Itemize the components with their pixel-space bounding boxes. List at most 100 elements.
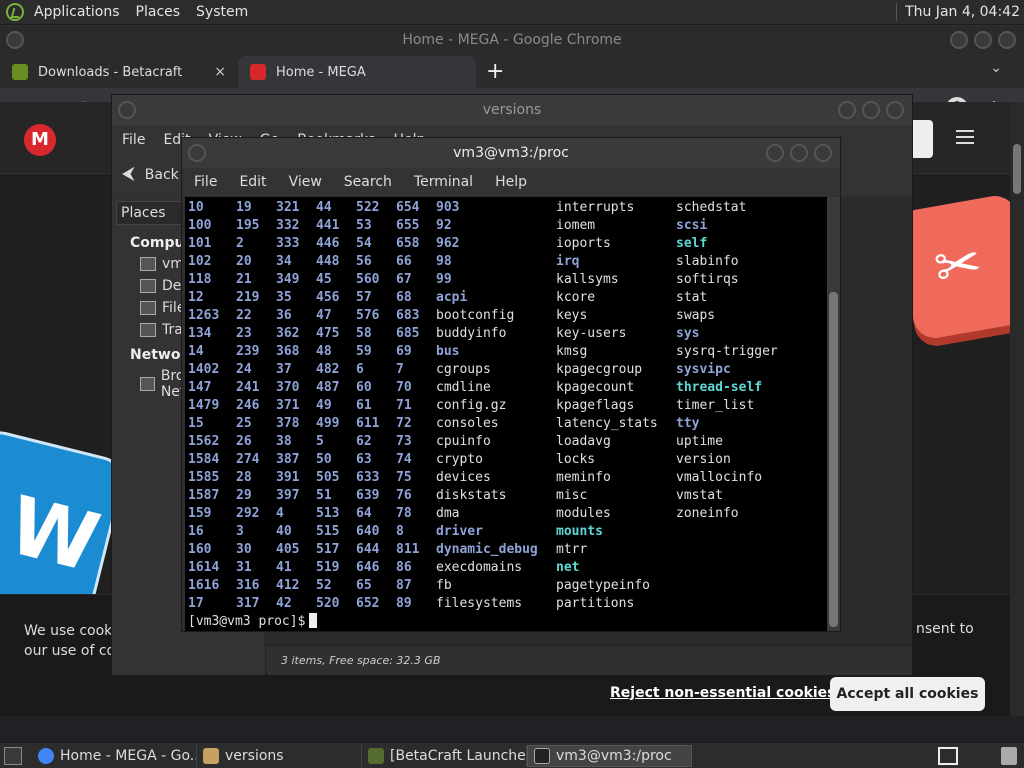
- close-button[interactable]: [998, 31, 1016, 49]
- window-menu-icon[interactable]: [118, 101, 136, 119]
- tab-downloads-betacraft[interactable]: Downloads - Betacraft ×: [0, 56, 238, 88]
- proc-entry: uptime: [676, 434, 723, 449]
- prompt-text: [vm3@vm3 proc]$: [188, 614, 306, 629]
- window-menu-icon[interactable]: [188, 144, 206, 162]
- terminal-icon: [534, 747, 550, 764]
- minimize-button[interactable]: [950, 31, 968, 49]
- proc-entry: 1562: [188, 434, 220, 449]
- task-terminal[interactable]: vm3@vm3:/proc: [527, 744, 692, 767]
- tab-home-mega[interactable]: Home - MEGA: [238, 56, 476, 88]
- clock[interactable]: Thu Jan 4, 04:42: [905, 4, 1024, 20]
- window-menu-icon[interactable]: [6, 31, 24, 49]
- proc-entry: version: [676, 452, 731, 467]
- proc-entry: 368: [276, 344, 300, 359]
- new-tab-button[interactable]: +: [476, 59, 514, 88]
- proc-entry: 40: [276, 524, 292, 539]
- maximize-button[interactable]: [790, 144, 808, 162]
- chevron-down-icon[interactable]: ⌄: [990, 60, 1002, 76]
- accept-cookies-button[interactable]: Accept all cookies: [830, 677, 985, 711]
- task-chrome[interactable]: Home - MEGA - Go...: [32, 744, 197, 767]
- proc-entry: misc: [556, 488, 588, 503]
- close-button[interactable]: [814, 144, 832, 162]
- proc-entry: sysvipc: [676, 362, 731, 377]
- terminal-line: 10 19 321 44 522 654 903 interrupts schedstat: [188, 199, 746, 217]
- close-icon[interactable]: ×: [214, 64, 226, 80]
- proc-entry: 99: [436, 272, 452, 287]
- proc-entry: 89: [396, 596, 412, 611]
- proc-entry: vmallocinfo: [676, 470, 763, 485]
- shell-prompt[interactable]: [vm3@vm3 proc]$: [188, 613, 318, 631]
- trash-icon[interactable]: [1001, 747, 1017, 765]
- file-manager-titlebar[interactable]: versions: [112, 95, 912, 125]
- proc-entry: fb: [436, 578, 452, 593]
- system-menu[interactable]: System: [188, 4, 256, 20]
- minimize-button[interactable]: [766, 144, 784, 162]
- proc-entry: 34: [276, 254, 292, 269]
- maximize-button[interactable]: [974, 31, 992, 49]
- menu-file[interactable]: File: [122, 132, 145, 148]
- close-button[interactable]: [886, 101, 904, 119]
- terminal-line: 1587 29 397 51 639 76 diskstats misc vmstat: [188, 487, 723, 505]
- proc-entry: 134: [188, 326, 212, 341]
- hamburger-menu-icon[interactable]: [956, 130, 974, 144]
- proc-entry: dynamic_debug: [436, 542, 538, 557]
- menu-file[interactable]: File: [194, 174, 217, 190]
- terminal-output[interactable]: 10 19 321 44 522 654 903 interrupts schedstat 100…: [185, 197, 827, 631]
- menu-terminal[interactable]: Terminal: [414, 174, 473, 190]
- terminal-scrollbar[interactable]: [827, 197, 840, 631]
- task-versions[interactable]: versions: [197, 744, 362, 767]
- page-scrollbar[interactable]: [1010, 102, 1024, 716]
- proc-entry: 25: [236, 416, 252, 431]
- terminal-line: 159 292 4 513 64 78 dma modules zoneinfo: [188, 505, 739, 523]
- terminal-title: vm3@vm3:/proc: [453, 145, 569, 161]
- menu-view[interactable]: View: [289, 174, 322, 190]
- terminal-line: 1263 22 36 47 576 683 bootconfig keys swaps: [188, 307, 715, 325]
- proc-entry: 70: [396, 380, 412, 395]
- proc-entry: 98: [436, 254, 452, 269]
- proc-entry: 50: [316, 452, 332, 467]
- terminal-line: 102 20 34 448 56 66 98 irq slabinfo: [188, 253, 739, 271]
- proc-entry: 30: [236, 542, 252, 557]
- proc-entry: irq: [556, 254, 580, 269]
- scrollbar-thumb[interactable]: [1013, 144, 1021, 194]
- proc-entry: consoles: [436, 416, 499, 431]
- proc-entry: kmsg: [556, 344, 588, 359]
- proc-entry: 5: [316, 434, 324, 449]
- scrollbar-thumb[interactable]: [829, 292, 838, 627]
- proc-entry: 683: [396, 308, 420, 323]
- menu-search[interactable]: Search: [344, 174, 392, 190]
- places-menu[interactable]: Places: [128, 4, 189, 20]
- proc-entry: interrupts: [556, 200, 635, 215]
- proc-entry: 633: [356, 470, 380, 485]
- menu-help[interactable]: Help: [495, 174, 527, 190]
- task-betacraft[interactable]: [BetaCraft Launcher...: [362, 744, 527, 767]
- show-desktop-icon[interactable]: [4, 746, 22, 765]
- proc-entry: sys: [676, 326, 700, 341]
- proc-entry: kpageflags: [556, 398, 635, 413]
- terminal-line: 14 239 368 48 59 69 bus kmsg sysrq-trigger: [188, 343, 778, 361]
- proc-entry: 37: [276, 362, 292, 377]
- proc-entry: 74: [396, 452, 412, 467]
- top-panel: Applications Places System Thu Jan 4, 04…: [0, 0, 1024, 25]
- proc-entry: kallsyms: [556, 272, 619, 287]
- terminal-titlebar[interactable]: vm3@vm3:/proc: [182, 138, 840, 168]
- menu-edit[interactable]: Edit: [239, 174, 266, 190]
- reject-cookies-link[interactable]: Reject non-essential cookies: [610, 685, 836, 701]
- proc-entry: cmdline: [436, 380, 491, 395]
- back-button[interactable]: ⮜ Back: [122, 163, 179, 184]
- mega-logo-icon[interactable]: M: [24, 124, 56, 156]
- chrome-titlebar[interactable]: Home - MEGA - Google Chrome: [0, 26, 1024, 54]
- proc-entry: 14: [188, 344, 204, 359]
- maximize-button[interactable]: [862, 101, 880, 119]
- terminal-line: 16 3 40 515 640 8 driver mounts: [188, 523, 603, 541]
- minimize-button[interactable]: [838, 101, 856, 119]
- proc-entry: 333: [276, 236, 300, 251]
- applications-menu[interactable]: Applications: [26, 4, 128, 20]
- proc-entry: 640: [356, 524, 380, 539]
- proc-entry: 87: [396, 578, 412, 593]
- folder-icon: [140, 257, 156, 271]
- workspace-switcher[interactable]: [938, 747, 958, 765]
- bottom-panel: Home - MEGA - Go... versions [BetaCraft …: [0, 742, 1024, 768]
- distro-logo-icon[interactable]: [6, 3, 24, 21]
- proc-entry: crypto: [436, 452, 483, 467]
